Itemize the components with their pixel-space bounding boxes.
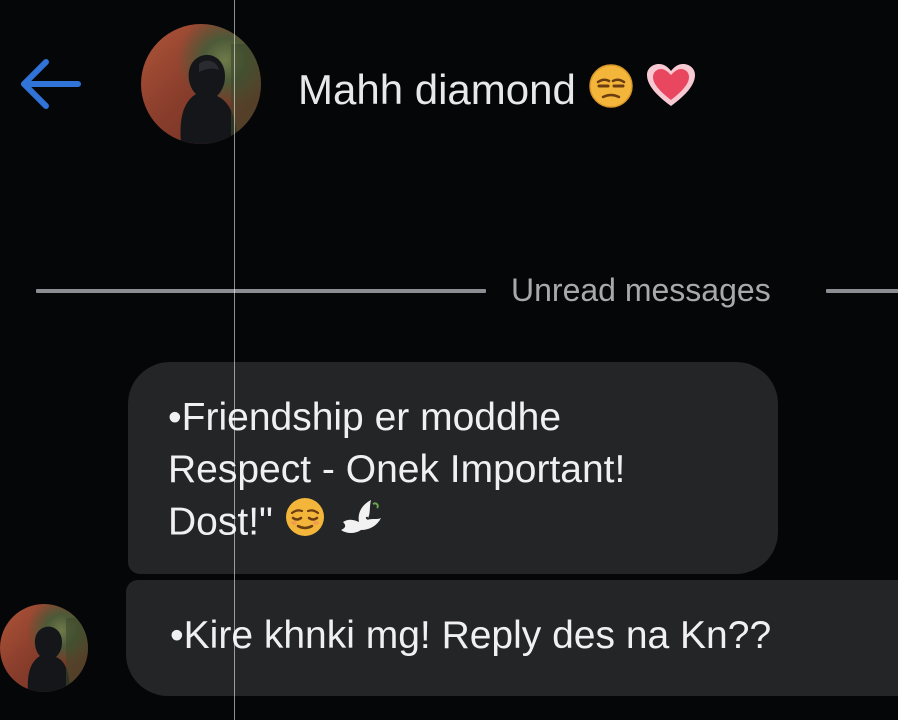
relieved-face-emoji: [284, 496, 326, 552]
unread-divider: Unread messages: [0, 268, 898, 312]
dove-emoji: [337, 496, 383, 552]
message-bubble[interactable]: •Kire khnki mg! Reply des na Kn??: [126, 580, 898, 696]
chat-header: Mahh diamond: [0, 0, 898, 170]
message-line: •Friendship er moddhe: [168, 396, 562, 439]
unread-messages-label: Unread messages: [511, 272, 771, 308]
sender-avatar[interactable]: [0, 604, 88, 692]
person-silhouette-icon: [27, 618, 88, 692]
back-button[interactable]: [18, 56, 82, 112]
message-line-with-emoji: Dost!": [168, 496, 768, 552]
message-text: •Kire khnki mg! Reply des na Kn??: [170, 614, 772, 657]
contact-avatar[interactable]: [141, 24, 261, 144]
message-line: Dost!": [168, 500, 273, 544]
contact-name-text: Mahh diamond: [298, 66, 576, 113]
heart-emoji: [645, 63, 697, 123]
person-silhouette-icon: [180, 44, 261, 144]
message-bubble[interactable]: •Friendship er moddhe Respect - Onek Imp…: [128, 362, 778, 574]
contact-name[interactable]: Mahh diamond: [298, 62, 697, 123]
vertical-guide-line: [234, 0, 235, 720]
message-line: Respect - Onek Important!: [168, 448, 626, 491]
unamused-face-emoji: [588, 63, 634, 123]
message-text: •Friendship er moddhe Respect - Onek Imp…: [168, 392, 768, 552]
divider-line-right: [826, 289, 898, 293]
back-arrow-icon: [21, 59, 81, 109]
divider-line-left: [36, 289, 486, 293]
